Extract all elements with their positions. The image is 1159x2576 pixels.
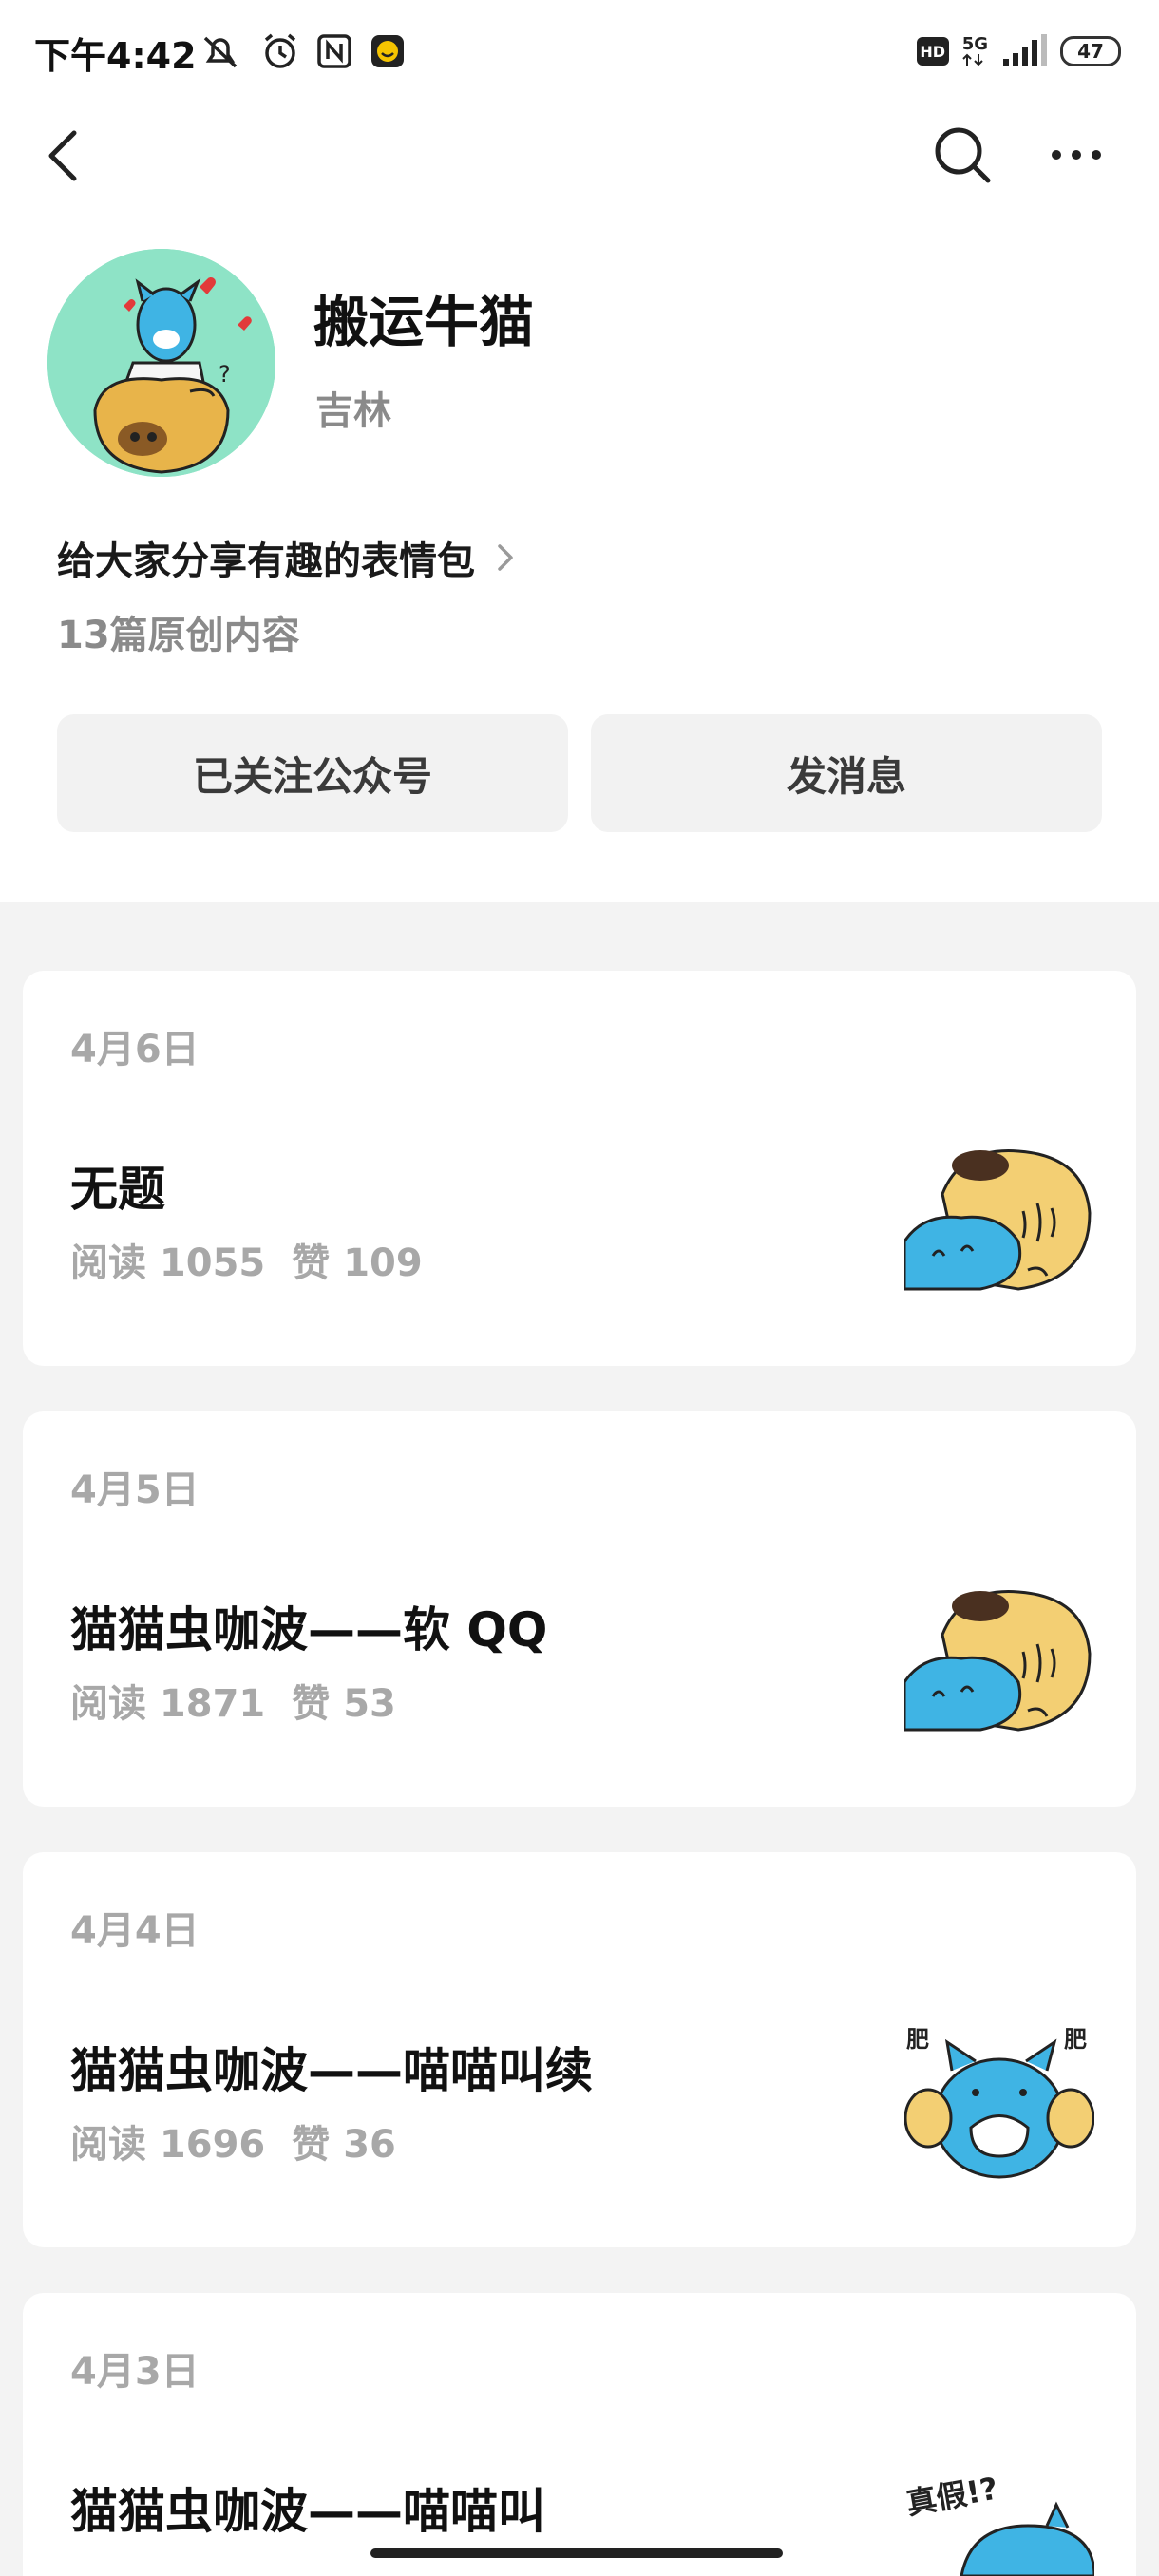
article-date: 4月6日	[70, 1028, 200, 1071]
article-reads: 阅读 1696	[70, 2123, 266, 2167]
send-message-button[interactable]: 发消息	[591, 714, 1102, 832]
followed-button[interactable]: 已关注公众号	[57, 714, 568, 832]
alarm-icon	[264, 33, 296, 68]
article-thumbnail: 肥 肥	[904, 2026, 1094, 2179]
account-region: 吉林	[315, 389, 391, 433]
article-thumbnail	[904, 1149, 1092, 1291]
signal-strength-icon	[1003, 34, 1047, 66]
data-arrows-icon	[961, 53, 983, 66]
original-count[interactable]: 13篇原创内容	[57, 604, 300, 659]
back-arrow-icon[interactable]	[38, 127, 95, 184]
hd-badge: HD	[916, 37, 949, 66]
article-date: 4月3日	[70, 2350, 200, 2394]
mute-bell-icon	[203, 36, 238, 68]
svg-text:?: ?	[218, 361, 231, 388]
article-date: 4月5日	[70, 1468, 200, 1512]
article-stats: 阅读 1696 赞 36	[70, 2113, 396, 2169]
battery-indicator: 47	[1060, 36, 1121, 66]
article-title: 猫猫虫咖波——喵喵叫续	[70, 2043, 593, 2098]
article-thumbnail: 真假!?	[904, 2471, 1094, 2576]
article-thumbnail	[904, 1590, 1092, 1732]
nav-bar	[0, 114, 1159, 199]
signal-group: 5G	[962, 36, 988, 66]
thumb-text-fat-right: 肥	[1064, 2026, 1087, 2053]
account-intro-text: 给大家分享有趣的表情包	[57, 540, 475, 583]
thumb-text-fat-left: 肥	[906, 2026, 929, 2053]
account-intro[interactable]: 给大家分享有趣的表情包	[57, 530, 519, 585]
nfc-icon	[317, 34, 352, 68]
article-date: 4月4日	[70, 1909, 200, 1953]
search-icon[interactable]	[931, 123, 994, 186]
account-avatar[interactable]: ?	[48, 249, 276, 477]
article-reads: 阅读 1055	[70, 1241, 266, 1285]
network-type: 5G	[961, 34, 988, 54]
article-reads: 阅读 1871	[70, 1682, 266, 1726]
article-likes: 赞 53	[292, 1682, 396, 1726]
article-card[interactable]: 4月5日 猫猫虫咖波——软 QQ 阅读 1871 赞 53	[23, 1411, 1136, 1807]
home-indicator[interactable]	[370, 2548, 783, 2558]
app-notification-icon	[371, 35, 404, 67]
article-card[interactable]: 4月6日 无题 阅读 1055 赞 109	[23, 971, 1136, 1366]
article-card[interactable]: 4月3日 猫猫虫咖波——喵喵叫 真假!?	[23, 2293, 1136, 2576]
cow-cat-avatar-icon: ?	[48, 249, 276, 477]
status-right: HD 5G 47	[916, 32, 1121, 70]
article-title: 无题	[70, 1162, 165, 1217]
article-stats: 阅读 1871 赞 53	[70, 1673, 396, 1728]
status-time: 下午4:42	[34, 35, 197, 77]
account-name: 搬运牛猫	[314, 290, 535, 354]
more-options-icon[interactable]	[1045, 123, 1108, 186]
article-title: 猫猫虫咖波——喵喵叫	[70, 2484, 545, 2539]
profile-header: 下午4:42 HD 5G 47 ? 搬运牛猫 吉林 给大家分享有趣的表情包 13…	[0, 0, 1159, 902]
article-stats: 阅读 1055 赞 109	[70, 1232, 423, 1287]
article-title: 猫猫虫咖波——软 QQ	[70, 1602, 548, 1657]
thumb-text-really: 真假!?	[904, 2471, 1000, 2522]
article-likes: 赞 36	[292, 2123, 396, 2167]
status-bar: 下午4:42 HD 5G 47	[0, 0, 1159, 104]
chevron-right-icon	[498, 544, 513, 571]
article-card[interactable]: 4月4日 猫猫虫咖波——喵喵叫续 阅读 1696 赞 36 肥 肥	[23, 1852, 1136, 2247]
article-likes: 赞 109	[292, 1241, 423, 1285]
